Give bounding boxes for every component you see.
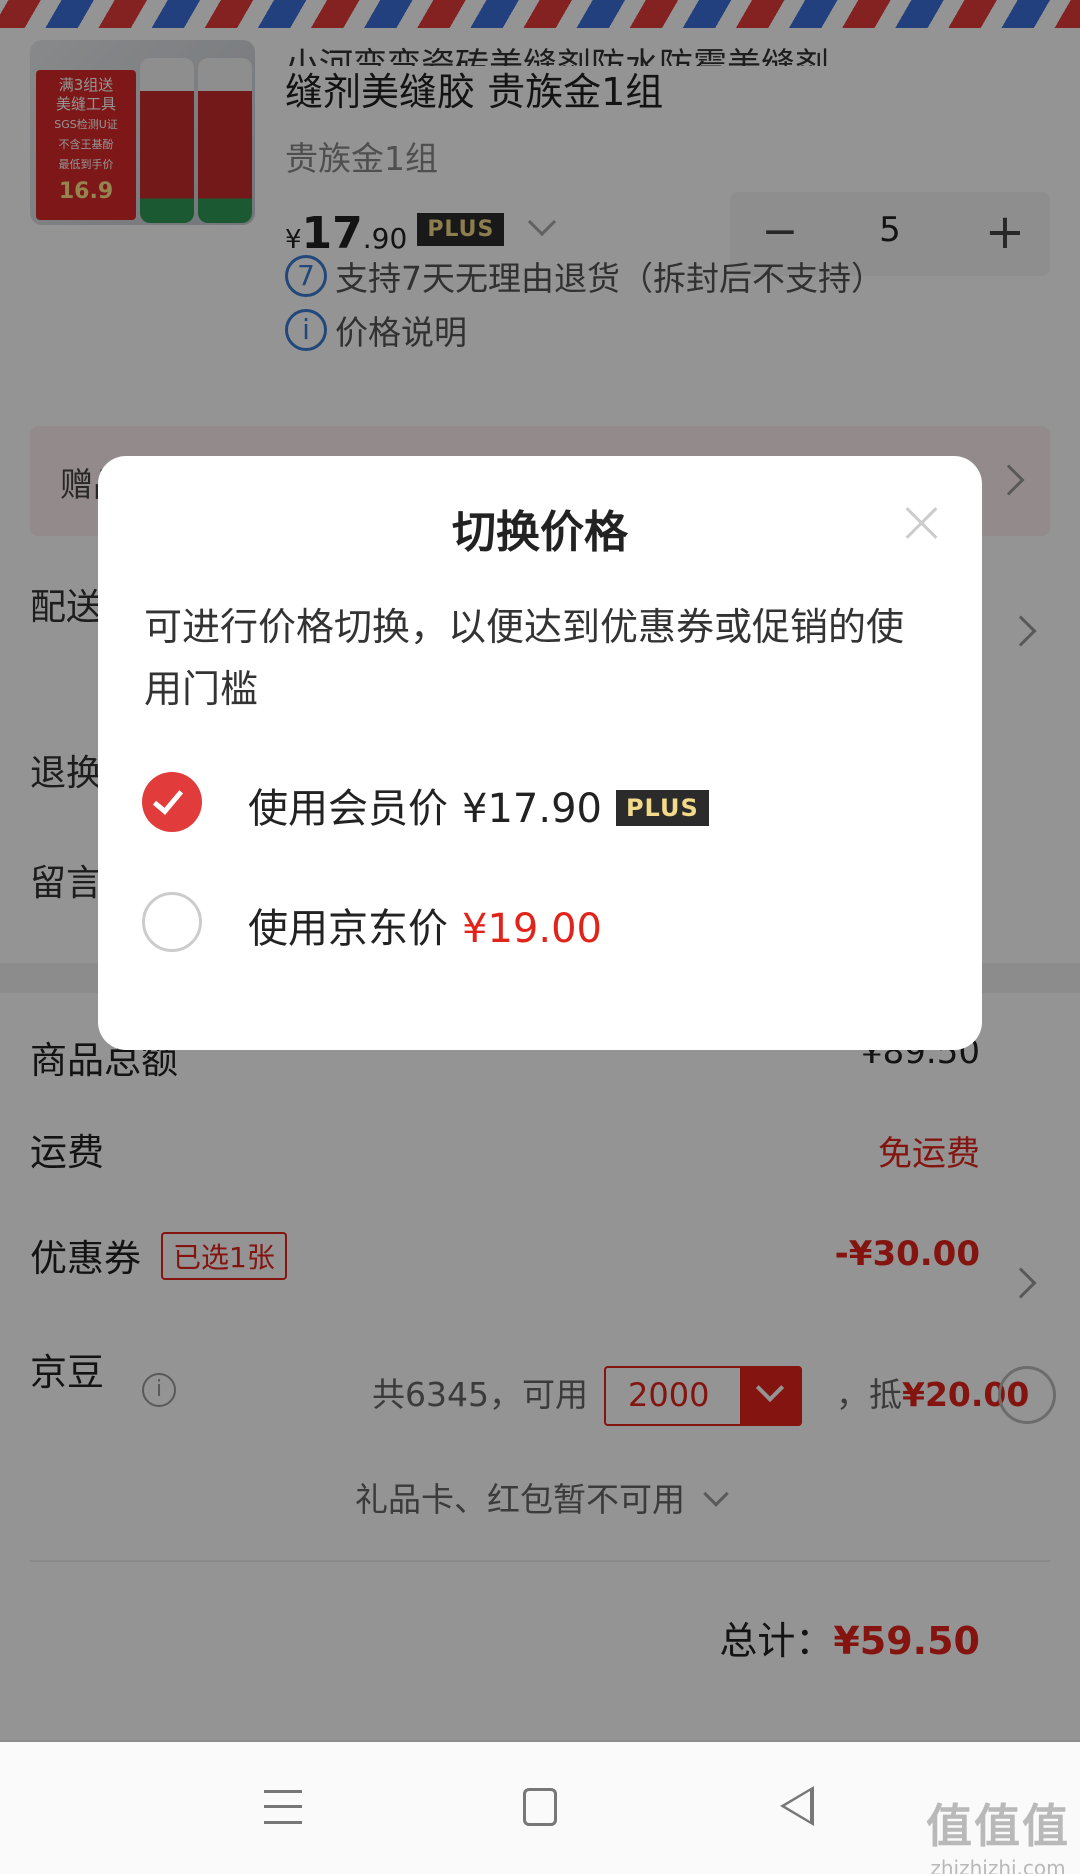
menu-icon[interactable]: [264, 1790, 302, 1824]
switch-price-dialog: 切换价格 可进行价格切换，以便达到优惠券或促销的使用门槛 使用会员价 ¥17.90…: [98, 456, 982, 1050]
system-nav-bar: [0, 1742, 1080, 1874]
close-icon[interactable]: [902, 502, 942, 542]
dialog-title: 切换价格: [452, 507, 628, 558]
plus-badge: PLUS: [615, 790, 709, 826]
option-member-price-value: ¥17.90: [462, 786, 602, 832]
watermark-logo: 值值值: [926, 1799, 1070, 1853]
option-jd-price-value: ¥19.00: [462, 906, 602, 952]
radio-checked-icon[interactable]: [142, 772, 202, 832]
option-jd-label: 使用京东价: [248, 906, 448, 952]
back-icon[interactable]: [780, 1786, 814, 1826]
watermark: 值值值 zhizhizhi.com: [926, 1790, 1070, 1874]
option-jd-price[interactable]: 使用京东价 ¥19.00: [142, 892, 932, 956]
option-jd-text: 使用京东价 ¥19.00: [248, 896, 602, 954]
option-member-price[interactable]: 使用会员价 ¥17.90 PLUS: [142, 772, 932, 836]
dialog-description: 可进行价格切换，以便达到优惠券或促销的使用门槛: [144, 605, 905, 711]
option-member-text: 使用会员价 ¥17.90 PLUS: [248, 776, 709, 834]
watermark-url: zhizhizhi.com: [930, 1856, 1066, 1874]
home-icon[interactable]: [523, 1788, 557, 1826]
radio-unchecked-icon[interactable]: [142, 892, 202, 952]
option-member-label: 使用会员价: [248, 786, 448, 832]
